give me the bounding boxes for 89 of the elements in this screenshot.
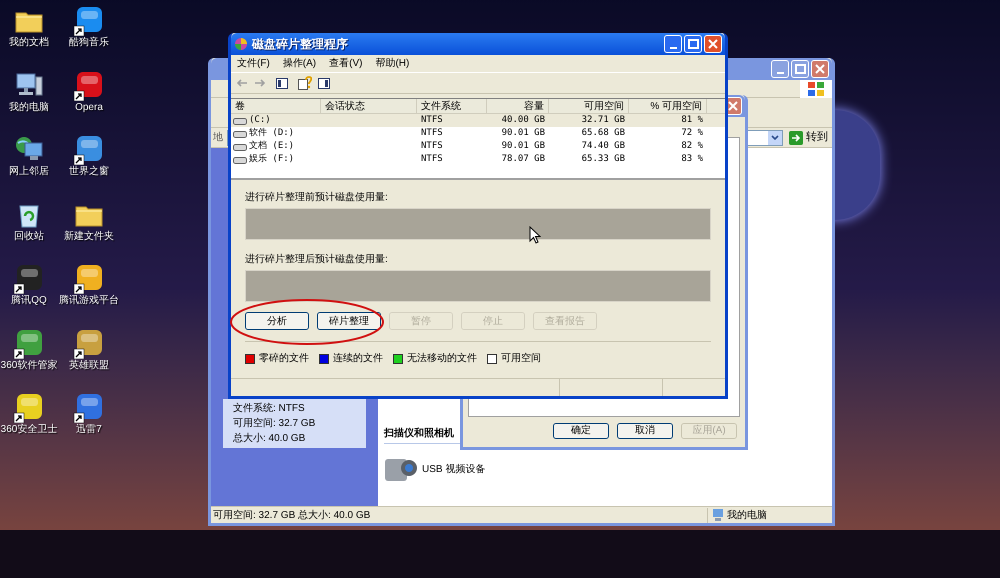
address-label: 地 bbox=[213, 130, 223, 145]
detail-text: 总大小: 40.0 GB bbox=[233, 432, 306, 445]
legend-label: 零碎的文件 bbox=[259, 352, 309, 366]
legend-label: 可用空间 bbox=[501, 352, 541, 366]
table-cell-text: 78.07 GB bbox=[500, 153, 546, 166]
app-icon[interactable] bbox=[13, 391, 45, 423]
close-icon bbox=[815, 64, 825, 74]
menu-item[interactable]: 文件(F) bbox=[237, 56, 270, 71]
desktop-icon-label[interactable]: 腾讯游戏平台 bbox=[59, 295, 119, 307]
defrag-app-icon bbox=[234, 37, 248, 51]
table-cell-text: 81 % bbox=[680, 114, 704, 127]
maximize-icon bbox=[794, 64, 806, 74]
desktop-icon-label[interactable]: 回收站 bbox=[0, 230, 59, 242]
table-cell: 软件 (D:) bbox=[249, 127, 294, 140]
device-label[interactable]: USB 视频设备 bbox=[422, 462, 486, 476]
desktop-icon-label[interactable]: 迅雷7 bbox=[59, 424, 119, 436]
status-text: 可用空间: 32.7 GB 总大小: 40.0 GB bbox=[212, 508, 372, 522]
app-icon[interactable] bbox=[73, 133, 105, 165]
close-icon bbox=[728, 101, 738, 111]
table-cell-text: 82 % bbox=[680, 140, 704, 153]
detail-text: 文件系统: NTFS bbox=[233, 402, 306, 415]
volume-row[interactable]: 软件 (D:) NTFS 90.01 GB 65.68 GB 72 % bbox=[231, 127, 725, 140]
app-icon[interactable] bbox=[73, 391, 105, 423]
table-cell-text: NTFS bbox=[420, 114, 444, 127]
desktop-icon-label[interactable]: 新建文件夹 bbox=[59, 230, 119, 242]
table-cell-text: 90.01 GB bbox=[500, 127, 546, 140]
go-button[interactable]: 转到 bbox=[787, 129, 830, 146]
table-cell-text: NTFS bbox=[420, 140, 444, 153]
volume-row[interactable]: (C:) NTFS 40.00 GB 32.71 GB 81 % bbox=[231, 114, 725, 127]
mouse-cursor-icon bbox=[529, 226, 541, 244]
legend-label: 连续的文件 bbox=[333, 352, 383, 366]
table-cell: (C:) bbox=[249, 114, 271, 127]
panel-icon[interactable] bbox=[276, 78, 288, 88]
window-title: 磁盘碎片整理程序 bbox=[252, 36, 349, 53]
section-label: 进行碎片整理前预计磁盘使用量: bbox=[245, 192, 389, 204]
close-icon bbox=[708, 39, 718, 49]
drive-icon bbox=[233, 156, 247, 164]
status-location: 我的电脑 bbox=[727, 508, 767, 522]
action-button[interactable]: 碎片整理 bbox=[317, 312, 381, 330]
dialog-button[interactable]: 取消 bbox=[617, 423, 673, 439]
computer-icon bbox=[712, 508, 724, 522]
drive-icon bbox=[233, 142, 247, 150]
detail-text: 可用空间: 32.7 GB bbox=[233, 417, 316, 430]
close-button[interactable] bbox=[704, 35, 722, 53]
minimize-button[interactable] bbox=[664, 35, 682, 53]
desktop-icon-label[interactable]: 360软件管家 bbox=[0, 360, 59, 372]
windows-logo-icon bbox=[800, 80, 832, 98]
table-cell-text: 65.68 GB bbox=[580, 127, 626, 140]
table-cell: 娱乐 (F:) bbox=[249, 153, 294, 166]
table-cell-text: 83 % bbox=[680, 153, 704, 166]
desktop-icon-label[interactable]: 世界之窗 bbox=[59, 166, 119, 178]
table-cell-text: NTFS bbox=[420, 153, 444, 166]
app-icon[interactable] bbox=[13, 262, 45, 294]
menu-item[interactable]: 查看(V) bbox=[329, 56, 362, 71]
volume-row[interactable]: 文档 (E:) NTFS 90.01 GB 74.40 GB 82 % bbox=[231, 140, 725, 153]
table-cell-text: 74.40 GB bbox=[580, 140, 626, 153]
menu-item[interactable]: 帮助(H) bbox=[375, 56, 410, 71]
table-cell-text: 72 % bbox=[680, 127, 704, 140]
minimize-icon bbox=[670, 47, 676, 49]
action-button[interactable]: 分析 bbox=[245, 312, 309, 330]
desktop-icon-label[interactable]: 360安全卫士 bbox=[0, 424, 59, 436]
minimize-icon bbox=[776, 72, 784, 74]
desktop-icon-label[interactable]: 我的文档 bbox=[0, 37, 59, 49]
arrow-icon bbox=[789, 130, 803, 144]
desktop-icon-label[interactable]: Opera bbox=[59, 102, 119, 114]
table-cell-text: 32.71 GB bbox=[580, 114, 626, 127]
dialog-button[interactable]: 确定 bbox=[553, 423, 609, 439]
table-cell-text: 90.01 GB bbox=[500, 140, 546, 153]
desktop-icon-label[interactable]: 我的电脑 bbox=[0, 102, 59, 114]
app-icon[interactable] bbox=[73, 4, 105, 36]
drive-icon bbox=[233, 116, 247, 124]
app-icon[interactable] bbox=[73, 262, 105, 294]
legend-label: 无法移动的文件 bbox=[407, 352, 477, 366]
desktop-icon-label[interactable]: 酷狗音乐 bbox=[59, 37, 119, 49]
table-cell: 文档 (E:) bbox=[249, 140, 294, 153]
table-cell-text: 65.33 GB bbox=[580, 153, 626, 166]
table-cell-text: 40.00 GB bbox=[500, 114, 546, 127]
table-cell-text: NTFS bbox=[420, 127, 444, 140]
volume-row[interactable]: 娱乐 (F:) NTFS 78.07 GB 65.33 GB 83 % bbox=[231, 153, 725, 166]
maximize-icon bbox=[688, 39, 698, 49]
desktop-icon-label[interactable]: 英雄联盟 bbox=[59, 360, 119, 372]
menu-item[interactable]: 操作(A) bbox=[282, 56, 316, 71]
panel-icon[interactable] bbox=[318, 78, 330, 88]
drive-icon bbox=[233, 130, 247, 138]
section-label: 进行碎片整理后预计磁盘使用量: bbox=[245, 254, 389, 266]
desktop-icon-label[interactable]: 腾讯QQ bbox=[0, 295, 59, 307]
desktop-icon-label[interactable]: 网上邻居 bbox=[0, 166, 59, 178]
help-icon[interactable] bbox=[298, 76, 312, 90]
maximize-button[interactable] bbox=[684, 35, 702, 53]
